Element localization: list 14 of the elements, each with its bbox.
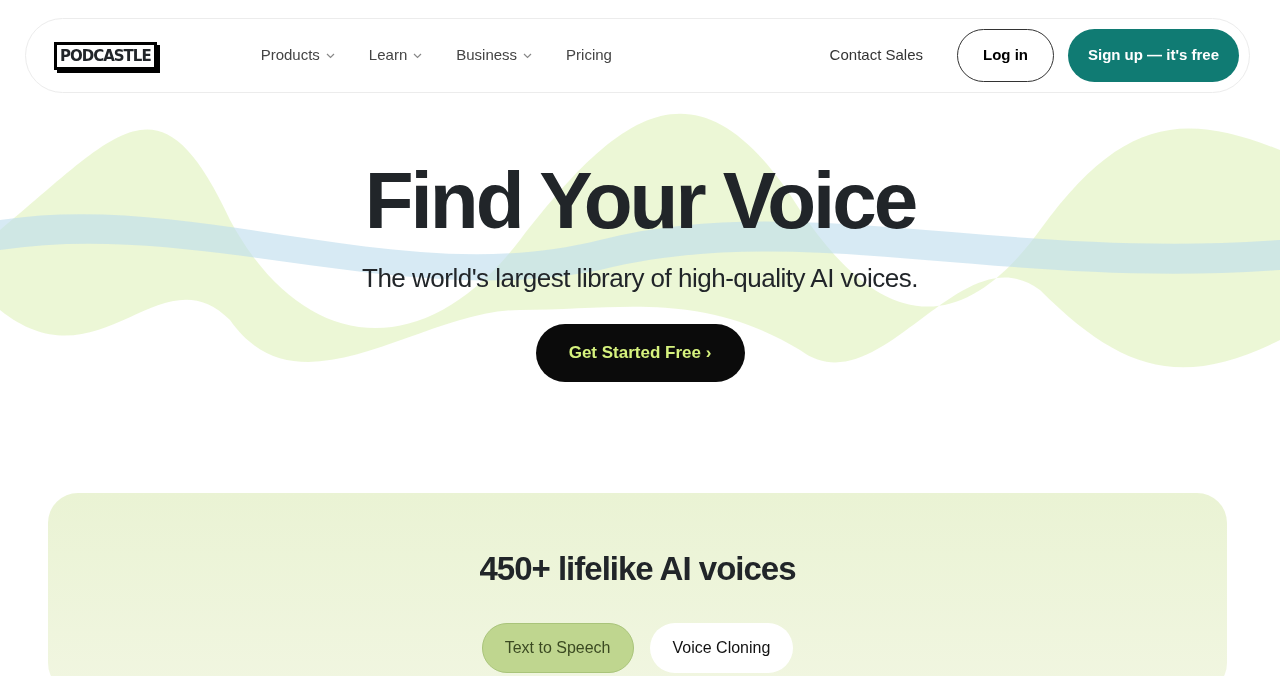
nav-link[interactable]: Learn [368,44,423,67]
get-started-button[interactable]: Get Started Free › [535,324,745,382]
tab[interactable]: Text to Speech [481,622,634,673]
login-button[interactable]: Log in [957,29,1054,82]
nav-link[interactable]: Pricing [566,44,612,67]
hero-subtitle: The world's largest library of high-quality AI voices. [361,262,919,295]
nav-link[interactable]: Business [456,44,533,67]
hero-title: Find Your Voice [363,161,917,241]
signup-button[interactable]: Sign up — it's free [1068,29,1239,82]
logo[interactable]: PODCASTLE [54,41,157,70]
contact-sales-link[interactable]: Contact Sales [823,43,929,68]
nav-link[interactable]: Products [260,44,335,67]
section-heading: 450+ lifelike AI voices [478,549,797,589]
tab[interactable]: Voice Cloning [649,622,794,673]
